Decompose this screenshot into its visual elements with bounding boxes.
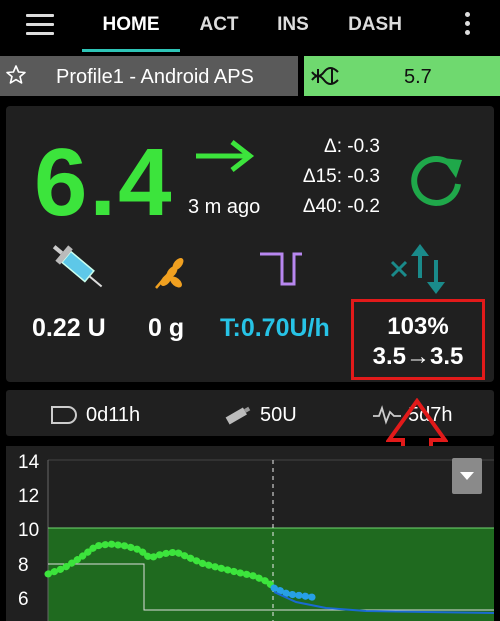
cannula-age: 0d11h <box>86 404 141 426</box>
target-range-icon <box>311 67 339 85</box>
tab-dash[interactable]: DASH <box>336 0 414 52</box>
tab-ins[interactable]: INS <box>266 0 320 52</box>
y-axis-label: 14 <box>18 452 40 473</box>
delta40-value: Δ40: -0.2 <box>302 196 380 217</box>
y-axis-label: 12 <box>18 486 40 507</box>
graph-options-dropdown[interactable] <box>452 458 482 494</box>
y-axis-label: 6 <box>18 589 29 610</box>
profile-percentage: 103% <box>387 313 449 340</box>
wheat-carbs-icon[interactable] <box>150 252 190 292</box>
y-axis-label: 10 <box>18 520 40 541</box>
target-value: 5.7 <box>404 66 432 88</box>
target-range: 3.5→3.5 <box>372 343 464 370</box>
profile-name: Profile1 - Android APS <box>56 66 254 88</box>
top-app-bar <box>0 0 500 52</box>
trend-arrow-right-icon <box>196 140 255 172</box>
overflow-menu-icon[interactable] <box>462 12 472 40</box>
reservoir-icon <box>225 406 251 425</box>
bg-graph-plot <box>44 459 494 621</box>
chevron-down-icon <box>460 472 474 480</box>
tab-home[interactable]: HOME <box>82 0 180 52</box>
aps-mode-icon[interactable] <box>390 244 450 296</box>
tab-act[interactable]: ACT <box>190 0 248 52</box>
active-tab-indicator <box>82 49 180 52</box>
delta-value: Δ: -0.3 <box>324 136 380 157</box>
reservoir-level: 50U <box>260 404 297 426</box>
basal-rate: T:0.70U/h <box>220 314 330 342</box>
insulin-on-board: 0.22 U <box>32 314 106 342</box>
carbs-on-board: 0 g <box>148 314 185 342</box>
time-ago: 3 m ago <box>188 196 261 218</box>
temp-basal-icon[interactable] <box>258 250 304 288</box>
syringe-icon[interactable] <box>48 240 108 296</box>
y-axis-label: 8 <box>18 555 29 576</box>
loop-refresh-icon[interactable] <box>404 146 468 210</box>
cannula-icon <box>51 406 77 424</box>
blood-glucose-value: 6.4 <box>34 129 174 236</box>
hamburger-menu-icon[interactable] <box>26 14 54 38</box>
delta15-value: Δ15: -0.3 <box>302 166 380 187</box>
star-icon <box>6 65 26 84</box>
